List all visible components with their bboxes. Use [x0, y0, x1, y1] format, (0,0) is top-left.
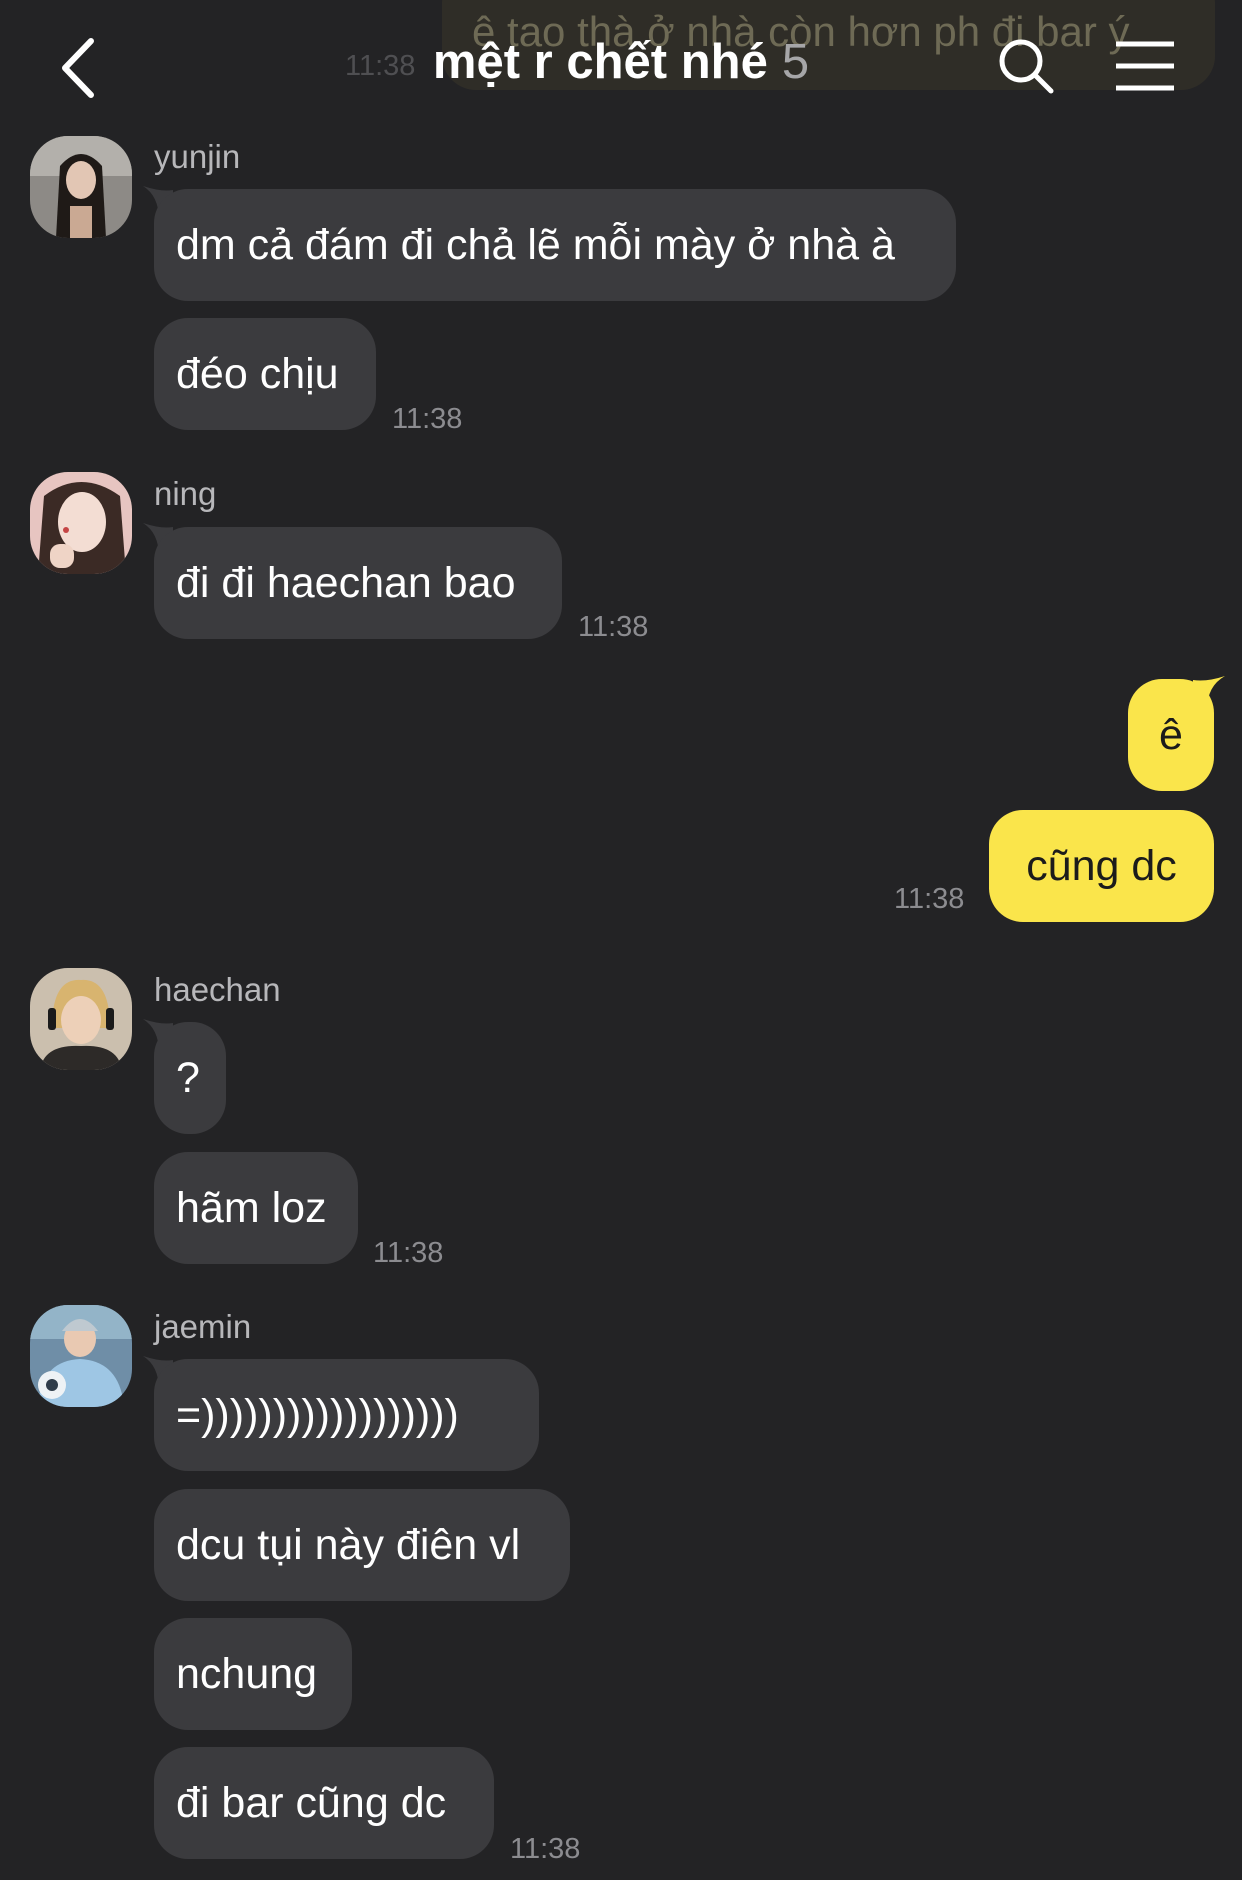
message-bubble[interactable]: ? — [154, 1022, 226, 1134]
message-time: 11:38 — [392, 403, 463, 435]
message-list[interactable]: yunjin dm cả đám đi chả lẽ mỗi mày ở nhà… — [0, 0, 1242, 1880]
sender-name: ning — [154, 475, 217, 512]
message-bubble[interactable]: dcu tụi này điên vl — [154, 1489, 570, 1601]
message-time: 11:38 — [510, 1833, 581, 1865]
message-bubble-outgoing[interactable]: cũng dc — [989, 810, 1214, 922]
message-time: 11:38 — [894, 883, 965, 915]
message-bubble[interactable]: đi bar cũng dc — [154, 1747, 494, 1859]
avatar-ning[interactable] — [30, 472, 132, 574]
message-bubble[interactable]: đéo chịu — [154, 318, 376, 430]
message-bubble[interactable]: =)))))))))))))))))) — [154, 1359, 539, 1471]
message-bubble[interactable]: nchung — [154, 1618, 352, 1730]
avatar-yunjin[interactable] — [30, 136, 132, 238]
avatar-haechan[interactable] — [30, 968, 132, 1070]
message-bubble[interactable]: đi đi haechan bao — [154, 527, 562, 639]
message-time: 11:38 — [578, 611, 649, 643]
message-bubble[interactable]: dm cả đám đi chả lẽ mỗi mày ở nhà à — [154, 189, 956, 301]
sender-name: haechan — [154, 971, 281, 1008]
message-bubble[interactable]: hãm loz — [154, 1152, 358, 1264]
message-time: 11:38 — [373, 1237, 444, 1269]
avatar-jaemin[interactable] — [30, 1305, 132, 1407]
sender-name: yunjin — [154, 138, 241, 175]
sender-name: jaemin — [154, 1308, 252, 1345]
message-bubble-outgoing[interactable]: ê — [1128, 679, 1214, 791]
